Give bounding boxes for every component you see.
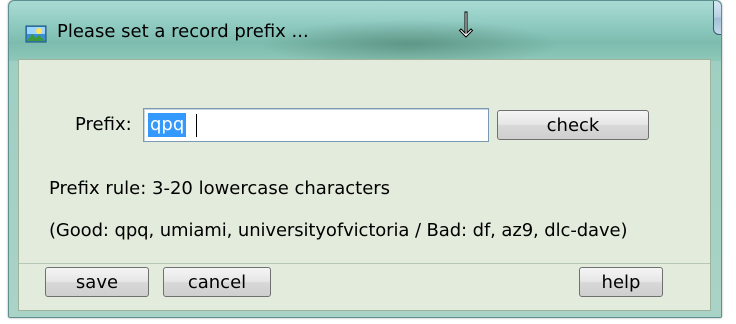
check-button[interactable]: check xyxy=(497,110,649,140)
help-button[interactable]: help xyxy=(579,267,663,297)
dialog-content: Prefix: qpq check Prefix rule: 3-20 lowe… xyxy=(18,59,711,311)
title-bar[interactable]: Please set a record prefix ... X xyxy=(9,1,721,61)
save-button[interactable]: save xyxy=(45,267,149,297)
prefix-input[interactable]: qpq xyxy=(143,108,489,142)
prefix-examples-text: (Good: qpq, umiami, universityofvictoria… xyxy=(49,220,628,241)
window-title: Please set a record prefix ... xyxy=(57,21,309,42)
app-icon xyxy=(25,25,47,43)
resize-cursor-icon xyxy=(458,11,474,38)
prefix-rule-text: Prefix rule: 3-20 lowercase characters xyxy=(49,178,391,199)
minimize-button[interactable] xyxy=(713,1,721,35)
prefix-input-value: qpq xyxy=(148,113,187,137)
dialog-window: Please set a record prefix ... X xyxy=(8,0,722,318)
prefix-row: Prefix: qpq check xyxy=(19,108,710,142)
text-caret xyxy=(196,114,197,137)
button-bar: save cancel help xyxy=(19,263,710,304)
prefix-label: Prefix: xyxy=(75,114,132,135)
cancel-button[interactable]: cancel xyxy=(163,267,271,297)
